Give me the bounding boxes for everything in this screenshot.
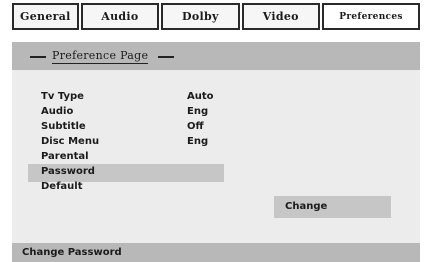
tab-preferences[interactable]: Preferences bbox=[322, 3, 421, 30]
setting-audio[interactable]: Audio Eng bbox=[12, 105, 420, 120]
setting-label: Disc Menu bbox=[41, 136, 100, 147]
setting-label: Audio bbox=[41, 106, 74, 117]
panel-header: Preference Page bbox=[12, 42, 420, 70]
setting-label: Subtitle bbox=[41, 121, 86, 132]
setting-label: Parental bbox=[41, 151, 89, 162]
setting-label: Password bbox=[41, 166, 95, 177]
tab-dolby[interactable]: Dolby bbox=[161, 3, 240, 30]
setting-parental[interactable]: Parental bbox=[12, 150, 420, 165]
tab-general[interactable]: General bbox=[12, 3, 79, 30]
setting-value: Eng bbox=[187, 136, 209, 147]
setting-tv-type[interactable]: Tv Type Auto bbox=[12, 90, 420, 105]
status-bar: Change Password bbox=[12, 243, 420, 262]
change-button[interactable]: Change bbox=[274, 196, 391, 218]
setting-label: Tv Type bbox=[41, 91, 84, 102]
setting-value: Off bbox=[187, 121, 204, 132]
settings-list: Tv Type Auto Audio Eng Subtitle Off Disc… bbox=[12, 90, 420, 195]
page-title-wrap: Preference Page bbox=[30, 49, 175, 64]
setting-default[interactable]: Default bbox=[12, 180, 420, 195]
setting-disc-menu[interactable]: Disc Menu Eng bbox=[12, 135, 420, 150]
tab-video[interactable]: Video bbox=[241, 3, 320, 30]
dash-right-decoration bbox=[158, 55, 175, 58]
page-title: Preference Page bbox=[52, 49, 149, 64]
setting-value: Auto bbox=[187, 91, 214, 102]
tab-bar: General Audio Dolby Video Preferences bbox=[12, 3, 421, 30]
setting-label: Default bbox=[41, 181, 83, 192]
dash-left-decoration bbox=[30, 55, 46, 58]
setting-value: Eng bbox=[187, 106, 209, 117]
preference-panel: Preference Page Tv Type Auto Audio Eng S… bbox=[12, 42, 420, 248]
setting-password[interactable]: Password bbox=[12, 164, 420, 182]
setting-subtitle[interactable]: Subtitle Off bbox=[12, 120, 420, 135]
tab-audio[interactable]: Audio bbox=[80, 3, 160, 30]
